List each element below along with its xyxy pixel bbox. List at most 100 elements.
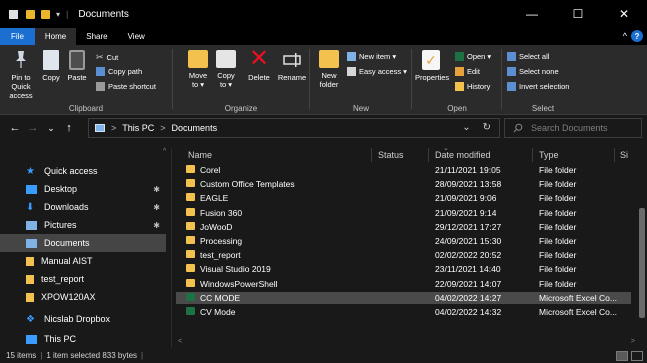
folder-icon <box>186 165 195 173</box>
file-list: ⌄ Name Status Date modified Type Si Core… <box>176 145 647 348</box>
file-row[interactable]: Corel 21/11/2021 19:05 File folder <box>176 164 631 177</box>
edit-button[interactable]: Edit <box>455 67 480 76</box>
history-button[interactable]: History <box>455 82 490 91</box>
breadcrumb-documents[interactable]: Documents <box>172 123 218 133</box>
column-type-header[interactable]: Type <box>539 150 559 160</box>
title-separator: | <box>66 9 69 19</box>
copy-to-button[interactable]: Copy to ▾ <box>214 50 238 89</box>
scroll-left-icon[interactable]: < <box>178 338 182 345</box>
status-separator: | <box>40 351 43 360</box>
sidebar-item-xpow120ax[interactable]: XPOW120AX <box>0 288 166 306</box>
easy-access-label: Easy access ▾ <box>359 67 407 76</box>
pin-icon <box>14 50 28 70</box>
file-name: test_report <box>200 250 241 261</box>
group-divider <box>172 49 173 109</box>
sidebar-item-label: Pictures <box>44 220 77 230</box>
new-folder-quick-icon[interactable] <box>41 9 50 19</box>
large-icons-view-icon[interactable] <box>631 351 643 361</box>
column-divider[interactable] <box>371 148 372 162</box>
sidebar-item-nicslab-dropbox[interactable]: ❖ Nicslab Dropbox <box>0 310 166 328</box>
search-input[interactable]: Search Documents <box>504 118 642 138</box>
file-row[interactable]: test_report 02/02/2022 20:52 File folder <box>176 249 631 262</box>
easy-access-button[interactable]: Easy access ▾ <box>347 67 407 76</box>
close-button[interactable]: ✕ <box>601 0 647 28</box>
sidebar-item-label: test_report <box>41 274 85 284</box>
file-row[interactable]: Visual Studio 2019 23/11/2021 14:40 File f… <box>176 263 631 276</box>
collapse-ribbon-icon[interactable]: ^ <box>623 31 627 41</box>
sidebar-item-desktop[interactable]: Desktop ✱ <box>0 180 166 198</box>
file-type: File folder <box>539 278 577 289</box>
up-button[interactable]: ↑ <box>60 122 78 134</box>
rename-button[interactable]: Rename <box>276 50 308 82</box>
address-dropdown-icon[interactable]: ⌄ <box>462 122 470 133</box>
column-status-header[interactable]: Status <box>378 150 404 160</box>
refresh-icon[interactable]: ↻ <box>483 122 491 133</box>
file-row[interactable]: Fusion 360 21/09/2021 9:14 File folder <box>176 207 631 220</box>
sidebar-item-test-report[interactable]: test_report <box>0 270 166 288</box>
column-date-header[interactable]: Date modified <box>435 150 491 160</box>
breadcrumb-this-pc[interactable]: This PC <box>122 123 154 133</box>
properties-quick-icon[interactable] <box>26 9 35 19</box>
quick-access-dropdown-icon[interactable]: ▾ <box>56 10 60 19</box>
recent-locations-button[interactable]: ⌄ <box>42 123 60 134</box>
paste-shortcut-button[interactable]: Paste shortcut <box>96 82 156 91</box>
move-to-button[interactable]: Move to ▾ <box>186 50 210 89</box>
file-name: Visual Studio 2019 <box>200 264 271 275</box>
scissors-icon: ✂ <box>96 52 104 62</box>
column-size-header[interactable]: Si <box>620 150 628 160</box>
open-button[interactable]: Open ▾ <box>455 52 491 61</box>
select-all-button[interactable]: Select all <box>507 52 549 61</box>
tab-view[interactable]: View <box>118 28 155 45</box>
file-row[interactable]: CV Mode 04/02/2022 14:32 Microsoft Excel C… <box>176 306 631 319</box>
details-view-icon[interactable] <box>616 351 628 361</box>
paste-button[interactable]: Paste <box>64 50 90 82</box>
select-none-button[interactable]: Select none <box>507 67 559 76</box>
file-list-horizontal-scrollbar[interactable]: < > <box>176 338 637 348</box>
file-row[interactable]: Custom Office Templates 28/09/2021 13:58 F… <box>176 178 631 191</box>
file-row[interactable]: CC MODE 04/02/2022 14:27 Microsoft Excel C… <box>176 291 631 305</box>
copy-path-button[interactable]: Copy path <box>96 67 142 76</box>
new-item-label: New item ▾ <box>359 52 397 61</box>
tab-share[interactable]: Share <box>76 28 117 45</box>
maximize-button[interactable]: ☐ <box>555 0 601 28</box>
column-divider[interactable] <box>428 148 429 162</box>
file-explorer-icon[interactable] <box>9 9 18 19</box>
delete-button[interactable]: ✕ Delete <box>244 47 274 83</box>
properties-button[interactable]: ✓ Properties <box>415 50 449 82</box>
help-icon[interactable]: ? <box>631 30 643 42</box>
copy-button[interactable]: Copy <box>40 50 62 82</box>
sidebar-item-label: This PC <box>44 334 77 344</box>
sidebar-item-downloads[interactable]: ⬇ Downloads ✱ <box>0 198 166 216</box>
column-divider[interactable] <box>614 148 615 162</box>
file-name: CV Mode <box>200 307 236 317</box>
sidebar-item-manual-aist[interactable]: Manual AIST <box>0 252 166 270</box>
file-row[interactable]: JoWooD 29/12/2021 17:27 File folder <box>176 221 631 234</box>
scroll-right-icon[interactable]: > <box>631 338 635 345</box>
invert-selection-button[interactable]: Invert selection <box>507 82 569 91</box>
scroll-up-icon[interactable]: ^ <box>163 148 166 155</box>
file-row[interactable]: WindowsPowerShell 22/09/2021 14:07 File fo… <box>176 278 631 291</box>
back-button[interactable]: ← <box>6 122 24 134</box>
pin-to-quick-access-button[interactable]: Pin to Quick access <box>4 50 38 100</box>
file-type: Microsoft Excel Co... <box>539 292 617 303</box>
rename-icon <box>283 50 301 70</box>
tab-file[interactable]: File <box>0 28 35 45</box>
file-row[interactable]: Processing 24/09/2021 15:30 File folder <box>176 235 631 248</box>
new-folder-button[interactable]: New folder <box>315 50 343 89</box>
sidebar-scrollbar[interactable]: ^ <box>162 148 170 348</box>
address-bar[interactable]: > This PC > Documents ⌄ ↻ <box>88 118 500 138</box>
file-list-scroll-thumb[interactable] <box>639 208 645 318</box>
file-row[interactable]: EAGLE 21/09/2021 9:06 File folder <box>176 192 631 205</box>
sidebar-item-this-pc[interactable]: This PC <box>0 330 166 348</box>
cut-button[interactable]: ✂ Cut <box>96 52 118 63</box>
sidebar-item-quick-access[interactable]: ★ Quick access <box>0 162 166 180</box>
sidebar-item-documents[interactable]: Documents <box>0 234 166 252</box>
tab-home[interactable]: Home <box>34 28 77 45</box>
forward-button[interactable]: → <box>24 122 42 134</box>
column-name-header[interactable]: Name <box>188 150 212 160</box>
column-divider[interactable] <box>532 148 533 162</box>
new-item-button[interactable]: New item ▾ <box>347 52 396 61</box>
sidebar-item-pictures[interactable]: Pictures ✱ <box>0 216 166 234</box>
minimize-button[interactable]: — <box>509 0 555 28</box>
folder-icon <box>26 256 34 266</box>
